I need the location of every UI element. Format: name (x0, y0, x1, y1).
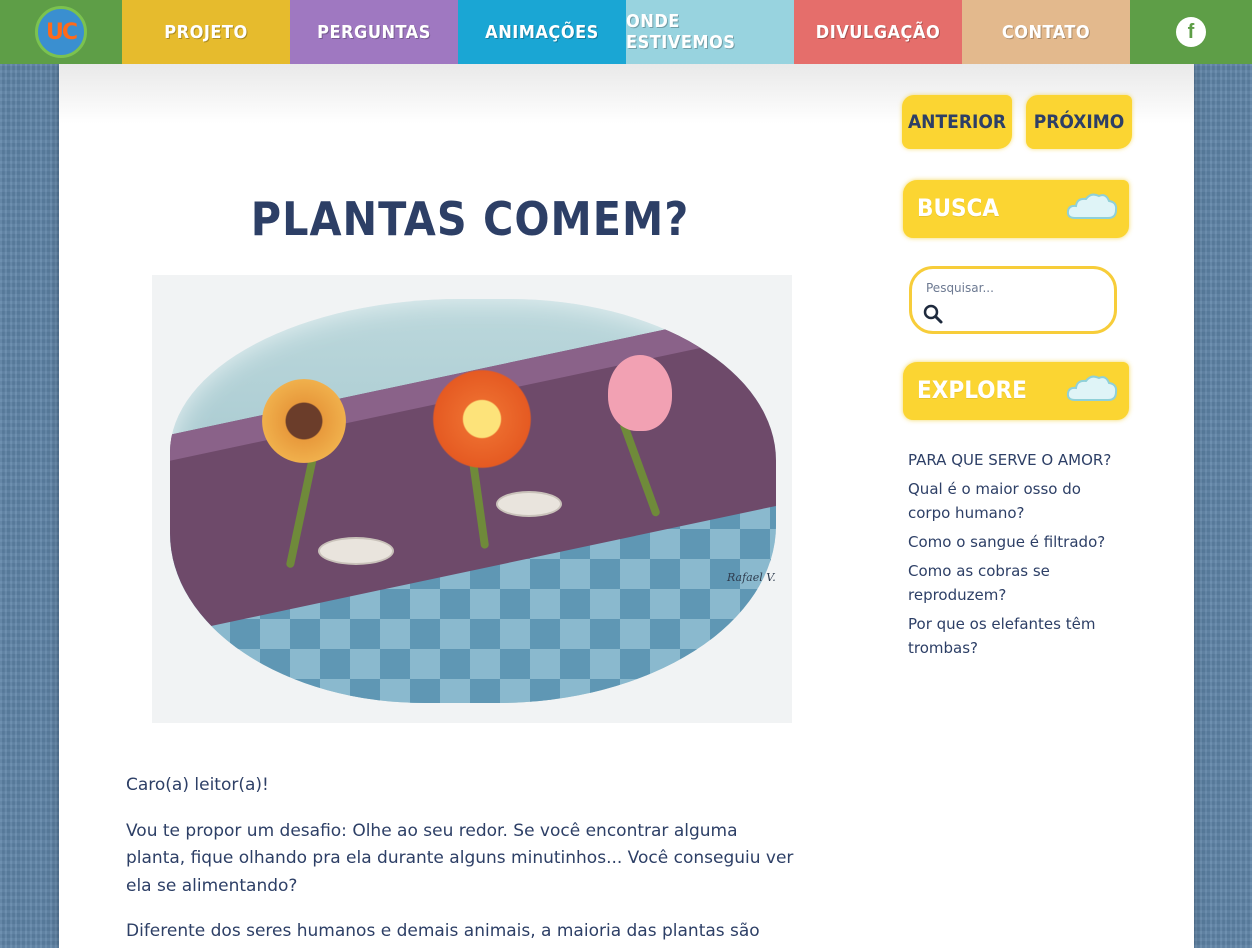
content-panel: PLANTAS COMEM? Rafael V. Caro(a) leitor(… (59, 64, 1194, 948)
nav-item-onde-estivemos[interactable]: ONDE ESTIVEMOS (626, 0, 794, 64)
search-heading: BUSCA (917, 194, 1000, 222)
next-button[interactable]: PRÓXIMO (1026, 95, 1132, 149)
article-paragraph: Diferente dos seres humanos e demais ani… (126, 921, 760, 941)
article-title: PLANTAS COMEM? (250, 192, 690, 246)
plate-middle (496, 491, 562, 517)
sunflower-character (262, 379, 346, 463)
panel-top-shadow (59, 64, 1194, 124)
search-input[interactable] (926, 281, 1096, 295)
plate-left (318, 537, 394, 565)
facebook-link[interactable]: f (1130, 0, 1252, 64)
top-navigation: UC PROJETO PERGUNTAS ANIMAÇÕES ONDE ESTI… (0, 0, 1252, 64)
facebook-icon: f (1176, 17, 1206, 47)
nav-item-contato[interactable]: CONTATO (962, 0, 1130, 64)
explore-link[interactable]: Como as cobras se reproduzem? (908, 559, 1123, 607)
explore-link[interactable]: PARA QUE SERVE O AMOR? (908, 448, 1123, 472)
logo-badge: UC (35, 6, 87, 58)
previous-button[interactable]: ANTERIOR (902, 95, 1012, 149)
cloud-icon (1066, 193, 1118, 219)
explore-heading: EXPLORE (917, 376, 1027, 404)
search-icon[interactable] (922, 303, 944, 325)
article-paragraph: Vou te propor um desafio: Olhe ao seu re… (126, 820, 794, 896)
explore-link[interactable]: Por que os elefantes têm trombas? (908, 612, 1123, 660)
nav-item-animacoes[interactable]: ANIMAÇÕES (458, 0, 626, 64)
site-logo[interactable]: UC (0, 0, 122, 64)
pink-bud-character (608, 355, 672, 431)
explore-link[interactable]: Qual é o maior osso do corpo humano? (908, 477, 1123, 525)
search-box[interactable] (909, 266, 1117, 334)
illustrator-signature: Rafael V. (727, 571, 776, 584)
orange-flower-character (432, 369, 532, 469)
article-paragraph: Caro(a) leitor(a)! (126, 775, 269, 795)
nav-item-projeto[interactable]: PROJETO (122, 0, 290, 64)
explore-banner: EXPLORE (903, 362, 1129, 420)
illustration-scene (170, 299, 776, 703)
explore-link[interactable]: Como o sangue é filtrado? (908, 530, 1123, 554)
nav-item-divulgacao[interactable]: DIVULGAÇÃO (794, 0, 962, 64)
explore-links: PARA QUE SERVE O AMOR? Qual é o maior os… (908, 448, 1123, 665)
article-body: Caro(a) leitor(a)! Vou te propor um desa… (126, 772, 796, 948)
nav-item-perguntas[interactable]: PERGUNTAS (290, 0, 458, 64)
search-banner: BUSCA (903, 180, 1129, 238)
cloud-icon (1066, 375, 1118, 401)
article-illustration: Rafael V. (152, 275, 792, 723)
